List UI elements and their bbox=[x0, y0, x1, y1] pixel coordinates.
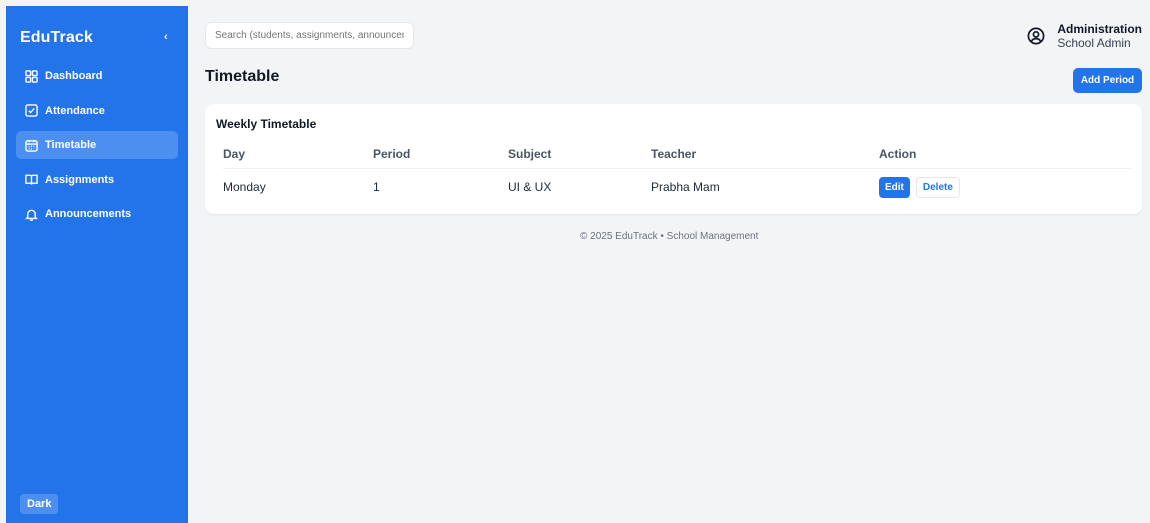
timetable-table: Day Period Subject Teacher Action Monday… bbox=[223, 140, 1131, 205]
column-header-action: Action bbox=[879, 147, 917, 161]
sidebar: EduTrack ‹ Dashboard Attendance Timetabl… bbox=[6, 6, 188, 523]
sidebar-item-label: Assignments bbox=[45, 173, 115, 186]
column-header-day: Day bbox=[223, 147, 246, 161]
sidebar-item-dashboard[interactable]: Dashboard bbox=[16, 62, 178, 90]
dark-mode-toggle[interactable]: Dark bbox=[20, 494, 59, 514]
column-header-period: Period bbox=[373, 147, 411, 161]
cell-actions: Edit Delete bbox=[879, 176, 1079, 198]
cell-day: Monday bbox=[223, 180, 266, 194]
sidebar-item-assignments[interactable]: Assignments bbox=[16, 166, 178, 194]
sidebar-item-label: Attendance bbox=[45, 104, 105, 117]
book-icon bbox=[25, 173, 38, 186]
brand-logo: EduTrack bbox=[20, 29, 93, 46]
sidebar-item-attendance[interactable]: Attendance bbox=[16, 97, 178, 125]
footer-text: © 2025 EduTrack • School Management bbox=[580, 231, 759, 242]
grid-icon bbox=[25, 69, 38, 83]
add-period-button[interactable]: Add Period bbox=[1073, 68, 1142, 93]
user-role: Administration bbox=[1057, 22, 1142, 36]
sidebar-item-announcements[interactable]: Announcements bbox=[16, 200, 178, 228]
cell-subject: UI & UX bbox=[508, 180, 552, 194]
edit-button[interactable]: Edit bbox=[879, 176, 910, 198]
table-row: Monday 1 UI & UX Prabha Mam Edit Delete bbox=[223, 169, 1131, 205]
column-header-teacher: Teacher bbox=[651, 147, 697, 161]
search-input[interactable] bbox=[205, 22, 414, 49]
bell-icon bbox=[25, 208, 38, 221]
collapse-sidebar-button[interactable]: ‹ bbox=[164, 31, 168, 43]
column-header-subject: Subject bbox=[508, 147, 552, 161]
calendar-icon bbox=[25, 139, 38, 152]
delete-button[interactable]: Delete bbox=[915, 176, 960, 198]
table-header: Day Period Subject Teacher Action bbox=[223, 140, 1131, 169]
cell-teacher: Prabha Mam bbox=[651, 180, 720, 194]
sidebar-item-label: Dashboard bbox=[45, 70, 103, 82]
card-title: Weekly Timetable bbox=[216, 117, 317, 131]
timetable-card: Weekly Timetable Day Period Subject Teac… bbox=[205, 104, 1142, 214]
cell-period: 1 bbox=[373, 180, 380, 194]
check-square-icon bbox=[25, 104, 38, 117]
user-circle-icon bbox=[1027, 27, 1045, 45]
sidebar-item-label: Timetable bbox=[45, 139, 97, 151]
page-title: Timetable bbox=[205, 68, 280, 85]
user-name: School Admin bbox=[1057, 36, 1131, 50]
sidebar-nav: Dashboard Attendance Timetable Assignmen… bbox=[16, 62, 178, 235]
user-info: Administration School Admin bbox=[1057, 22, 1142, 50]
sidebar-item-timetable[interactable]: Timetable bbox=[16, 131, 178, 159]
user-menu[interactable]: Administration School Admin bbox=[1027, 22, 1142, 50]
sidebar-item-label: Announcements bbox=[45, 208, 132, 220]
